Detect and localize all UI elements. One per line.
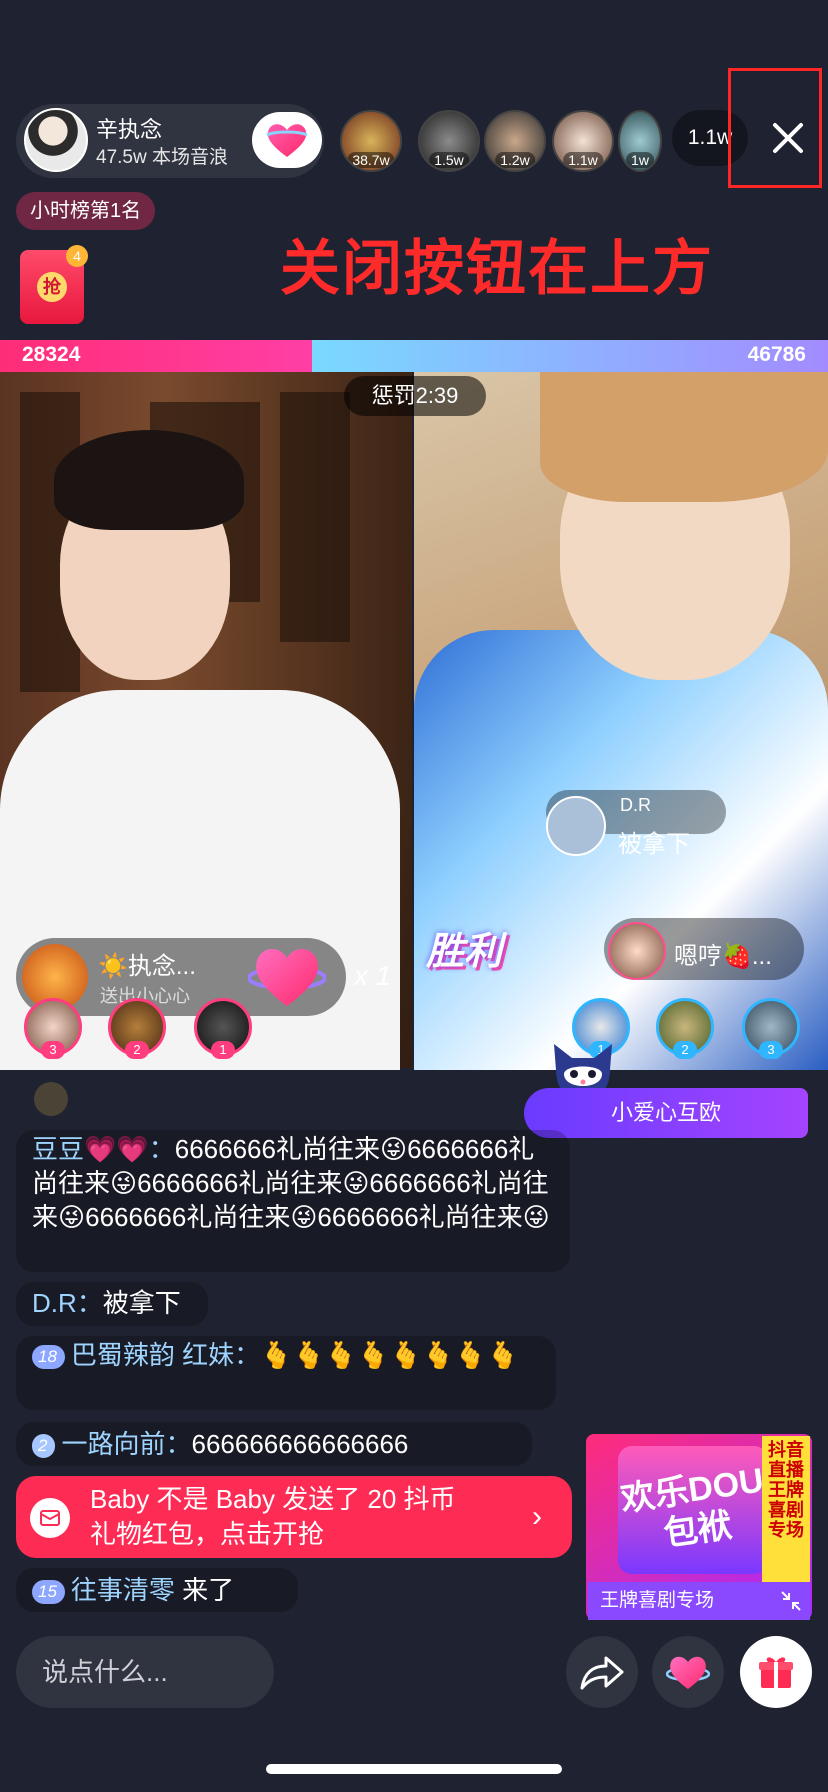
comment-input[interactable]: 说点什么...	[16, 1636, 274, 1708]
chat-text: 🫰🫰🫰🫰🫰🫰🫰🫰	[260, 1340, 520, 1370]
chat-username: D.R：	[32, 1288, 103, 1318]
viewer-badge: 1w	[626, 152, 654, 168]
envelope-grab-label: 抢	[37, 272, 67, 302]
emoji-avatar-icon	[34, 1082, 68, 1116]
viewer-badge: 38.7w	[347, 152, 395, 168]
host-name: 辛执念	[96, 117, 163, 142]
gift-icon	[759, 1657, 793, 1688]
viewer-badge: 1.5w	[429, 152, 469, 168]
pk-penalty-timer: 惩罚2:39	[344, 376, 486, 416]
gift-button[interactable]	[740, 1636, 812, 1708]
chat-username: 豆豆💗💗：	[32, 1134, 175, 1164]
contributor-rank: 2	[125, 1041, 149, 1059]
red-packet-line1: Baby 不是 Baby 发送了 20 抖币	[90, 1484, 456, 1514]
gift-sender-name: ☀️执念...	[98, 953, 196, 980]
red-packet-line2: 礼物红包，点击开抢	[90, 1519, 325, 1549]
like-button[interactable]	[652, 1636, 724, 1708]
pk-left-score: 28324	[22, 343, 81, 366]
home-indicator	[266, 1764, 562, 1774]
follow-button[interactable]	[252, 112, 322, 168]
dr-message: 被拿下	[618, 831, 690, 858]
dr-name: D.R	[620, 795, 651, 815]
contributor-avatar[interactable]: 2	[108, 998, 166, 1059]
viewer-badge: 1.2w	[495, 152, 535, 168]
share-button[interactable]	[566, 1636, 638, 1708]
promo-side-label: 抖音直播王牌喜剧专场	[762, 1436, 810, 1582]
left-streamer-hair	[54, 430, 244, 530]
contributor-rank: 1	[211, 1041, 235, 1059]
minimize-icon[interactable]	[778, 1588, 804, 1614]
viewer-avatar[interactable]: 1w	[618, 110, 662, 172]
chat-message[interactable]: 18 巴蜀辣韵 红妹：🫰🫰🫰🫰🫰🫰🫰🫰	[16, 1336, 556, 1410]
heart-gift-icon	[248, 949, 326, 1006]
contributor-avatar[interactable]: 3	[24, 998, 82, 1059]
chevron-right-icon: ›	[532, 1500, 542, 1533]
highlight-box	[728, 68, 822, 188]
viewer-avatar[interactable]: 1.5w	[418, 110, 480, 172]
gift-multiplier: x 1	[354, 960, 392, 991]
chat-text: 666666666666666	[191, 1429, 409, 1459]
heart-icon	[666, 1656, 710, 1689]
victory-label: 胜利	[426, 931, 503, 973]
chat-message[interactable]: 豆豆💗💗：6666666礼尚往来😜6666666礼尚往来😜6666666礼尚往来…	[16, 1130, 570, 1272]
promo-footer-label: 王牌喜剧专场	[600, 1590, 715, 1611]
share-icon	[580, 1656, 624, 1690]
viewer-avatar[interactable]: 38.7w	[340, 110, 402, 172]
pk-right-score: 46786	[747, 343, 806, 366]
heart-icon	[266, 124, 308, 157]
contributor-rank: 3	[759, 1041, 783, 1059]
chat-message[interactable]: 2 一路向前：666666666666666	[16, 1422, 532, 1466]
love-interaction-banner[interactable]: 小爱心互欧	[524, 1088, 808, 1138]
red-packet-text: Baby 不是 Baby 发送了 20 抖币 礼物红包，点击开抢	[90, 1482, 456, 1552]
chat-text: 来了	[174, 1575, 235, 1605]
promo-footer[interactable]: 王牌喜剧专场	[588, 1582, 810, 1620]
user-level-badge: 18	[32, 1345, 65, 1370]
envelope-icon	[30, 1498, 70, 1538]
viewer-badge: 1.1w	[563, 152, 603, 168]
contributor-avatar[interactable]: 2	[656, 998, 714, 1059]
viewer-avatar[interactable]: 1.2w	[484, 110, 546, 172]
user-level-badge: 2	[32, 1434, 56, 1459]
host-stat: 47.5w 本场音浪	[96, 147, 228, 168]
red-envelope-count: 4	[66, 245, 88, 267]
chat-text: 被拿下	[102, 1288, 181, 1318]
hourly-rank-badge[interactable]: 小时榜第1名	[16, 192, 156, 230]
contributor-avatar[interactable]: 3	[742, 998, 800, 1059]
right-streamer-hair	[540, 372, 828, 502]
chat-message[interactable]: D.R：被拿下	[16, 1282, 208, 1326]
dr-avatar[interactable]	[546, 796, 606, 856]
gift-sender-avatar-right[interactable]	[608, 922, 666, 980]
viewer-avatar[interactable]: 1.1w	[552, 110, 614, 172]
gift-sender-name-right: 嗯哼🍓...	[674, 943, 772, 970]
host-avatar[interactable]	[24, 108, 88, 172]
chat-username: 一路向前：	[61, 1429, 192, 1459]
contributor-avatar[interactable]: 1	[194, 998, 252, 1059]
chat-message[interactable]: 15 往事清零 来了	[16, 1568, 298, 1612]
user-level-badge: 15	[32, 1580, 65, 1605]
annotation-text: 关闭按钮在上方	[280, 235, 714, 302]
contributor-rank: 2	[673, 1041, 697, 1059]
contributor-rank: 3	[41, 1041, 65, 1059]
chat-username: 往事清零	[70, 1575, 175, 1605]
chat-username: 巴蜀辣韵 红妹：	[70, 1340, 261, 1370]
